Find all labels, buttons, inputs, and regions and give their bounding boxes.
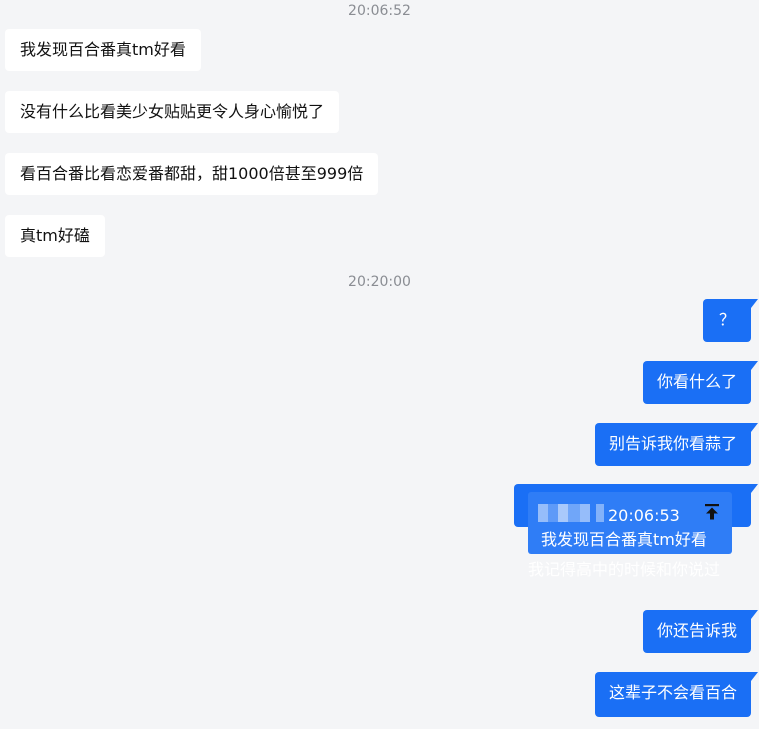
timestamp: 20:06:52 [348, 3, 411, 19]
blurred-sender-name [538, 504, 604, 522]
message-bubble-incoming[interactable]: 我发现百合番真tm好看 [5, 29, 201, 71]
quote-reply-bubble[interactable]: 20:06:53 我发现百合番真tm好看 我记得高中的时候和你说过 [514, 484, 758, 579]
message-bubble-outgoing[interactable]: 别告诉我你看蒜了 [594, 423, 759, 466]
message-text: 这辈子不会看百合 [608, 683, 737, 702]
message-bubble-outgoing[interactable]: 你还告诉我 [642, 610, 759, 653]
message-text: 没有什么比看美少女贴贴更令人身心愉悦了 [20, 102, 325, 121]
message-text: ？ [718, 310, 735, 329]
timestamp: 20:20:00 [348, 274, 411, 290]
message-bubble-outgoing[interactable]: 你看什么了 [642, 361, 759, 404]
jump-to-top-icon[interactable] [702, 502, 722, 522]
message-text: 看百合番比看恋爱番都甜，甜1000倍甚至999倍 [20, 164, 364, 183]
message-text: 我记得高中的时候和你说过 [528, 560, 721, 579]
quoted-time: 20:06:53 [608, 506, 680, 525]
message-text: 你看什么了 [656, 372, 737, 391]
message-bubble-incoming[interactable]: 看百合番比看恋爱番都甜，甜1000倍甚至999倍 [5, 153, 379, 195]
message-text: 真tm好磕 [20, 226, 90, 245]
message-bubble-incoming[interactable]: 真tm好磕 [5, 215, 105, 257]
quoted-message[interactable]: 20:06:53 我发现百合番真tm好看 [528, 492, 732, 554]
message-bubble-incoming[interactable]: 没有什么比看美少女贴贴更令人身心愉悦了 [5, 91, 340, 133]
message-bubble-outgoing[interactable]: 这辈子不会看百合 [594, 672, 759, 717]
message-text: 别告诉我你看蒜了 [608, 434, 737, 453]
quoted-text: 我发现百合番真tm好看 [541, 530, 707, 549]
message-bubble-outgoing[interactable]: ？ [703, 299, 758, 342]
message-text: 我发现百合番真tm好看 [20, 40, 186, 59]
message-text: 你还告诉我 [656, 621, 737, 640]
chat-window: 20:06:52 我发现百合番真tm好看 没有什么比看美少女贴贴更令人身心愉悦了… [0, 0, 759, 729]
